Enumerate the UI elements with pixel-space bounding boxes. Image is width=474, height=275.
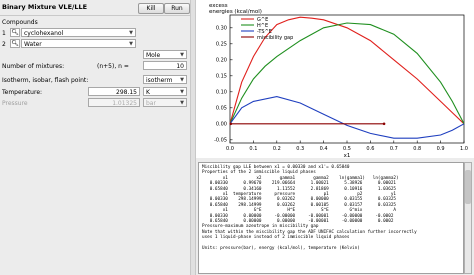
console-line: uses 1 liquid-phase instead of 2 immisci…	[202, 235, 350, 241]
x-tick-label: 0.5	[343, 146, 351, 152]
x-tick-label: 0.0	[226, 146, 234, 152]
chevron-down-icon: ▼	[129, 41, 133, 47]
legend-label: miscibility gap	[257, 35, 293, 41]
console-line: 0.65840 0.34160 1.11552 2.81869 0.10916 …	[209, 186, 397, 192]
compounds-label: Compounds	[2, 19, 38, 26]
compound-index-2: 2	[2, 41, 6, 48]
y-axis-label-line2: energies (kcal/mol)	[209, 9, 262, 15]
temperature-unit-select[interactable]: K ▼	[143, 87, 187, 96]
compound-index-1: 1	[2, 30, 6, 37]
console-line: 0.00330 0.00000 -0.00000 -0.00001 -0.000…	[209, 213, 394, 219]
chevron-down-icon: ▼	[180, 100, 184, 106]
mixtures-input[interactable]: 10	[143, 61, 187, 70]
calc-type-label: Isotherm, isobar, flash point:	[2, 77, 89, 84]
settings-panel: Binary Mixture VLE/LLE Kill Run Compound…	[0, 0, 190, 275]
console-line: Properties of the 2 immiscible liquid ph…	[202, 170, 316, 176]
console-scrollbar-thumb[interactable]	[465, 170, 471, 204]
chevron-down-icon: ▼	[180, 52, 184, 58]
calc-type-value: isotherm	[146, 77, 173, 84]
x-tick-label: 1.0	[460, 146, 468, 152]
divider	[0, 15, 190, 16]
console-line: Pressure-maximum azeotrope in miscibilit…	[202, 224, 319, 230]
x-tick-label: 0.1	[249, 146, 257, 152]
x-tick-label: 0.9	[437, 146, 445, 152]
x-tick-label: 0.4	[320, 146, 328, 152]
compound-1-select[interactable]: cyclohexanol ▼	[21, 28, 136, 37]
x-tick-label: 0.3	[296, 146, 304, 152]
chevron-down-icon: ▼	[180, 89, 184, 95]
y-tick-label: 0.10	[216, 90, 227, 96]
x-tick-label: 0.7	[390, 146, 398, 152]
y-tick-label: 0.00	[216, 122, 227, 128]
x-axis-label: x1	[344, 153, 351, 158]
chevron-down-icon: ▼	[180, 77, 184, 83]
temperature-unit-value: K	[146, 89, 150, 96]
x-tick-label: 0.2	[273, 146, 281, 152]
pressure-unit-value: bar	[146, 100, 156, 107]
y-tick-label: 0.05	[216, 106, 227, 112]
pressure-label: Pressure	[2, 100, 28, 107]
chart-area: excess energies (kcal/mol) x1 0.0 0.1 0.2 0…	[196, 0, 474, 158]
calc-type-select[interactable]: isotherm ▼	[143, 75, 187, 84]
console-line: 0.00330 0.99670 219.06664 1.00021 5.3892…	[209, 181, 397, 187]
console-line: x1 G^E H^E S^E G^mix A	[222, 208, 397, 214]
miscibility-gap-point	[229, 122, 233, 126]
temperature-label: Temperature:	[2, 89, 43, 96]
miscibility-gap-point	[382, 122, 386, 126]
y-tick-label: 0.15	[216, 74, 227, 80]
output-console[interactable]: Miscibility gap LLE between x1 = 0.00330…	[198, 162, 464, 274]
pressure-input[interactable]: 1.01325	[88, 98, 140, 107]
mixtures-hint: (n+5), n =	[97, 63, 129, 70]
run-button[interactable]: Run	[164, 3, 190, 14]
fraction-type-select[interactable]: Mole fraction ▼	[143, 50, 187, 68]
y-tick-label: -0.05	[214, 138, 227, 144]
y-tick-label: 0.25	[216, 42, 227, 48]
compound-2-select[interactable]: Water ▼	[21, 39, 136, 48]
compound-1-value: cyclohexanol	[24, 30, 64, 37]
console-line: Units: pressure(bar), energy (kcal/mol),…	[202, 246, 360, 252]
mixtures-label: Number of mixtures:	[2, 63, 65, 70]
search-icon[interactable]: 🔍︎	[10, 28, 20, 37]
excess-energy-chart: excess energies (kcal/mol) x1 0.0 0.1 0.2 0…	[209, 3, 468, 158]
temperature-input[interactable]: 298.15	[88, 87, 140, 96]
compound-2-value: Water	[24, 41, 42, 48]
console-text: Miscibility gap LLE between x1 = 0.00330…	[199, 163, 463, 254]
x-tick-label: 0.8	[413, 146, 421, 152]
window-title: Binary Mixture VLE/LLE	[2, 3, 88, 11]
y-tick-label: 0.20	[216, 58, 227, 64]
y-tick-label: 0.30	[216, 26, 227, 32]
search-icon[interactable]: 🔍︎	[10, 39, 20, 48]
kill-button[interactable]: Kill	[138, 3, 164, 14]
pressure-unit-select[interactable]: bar ▼	[143, 98, 187, 107]
console-line: 0.00330 298.14999 0.03262 0.00000 0.0315…	[209, 197, 397, 203]
chevron-down-icon: ▼	[129, 30, 133, 36]
x-tick-label: 0.6	[366, 146, 374, 152]
